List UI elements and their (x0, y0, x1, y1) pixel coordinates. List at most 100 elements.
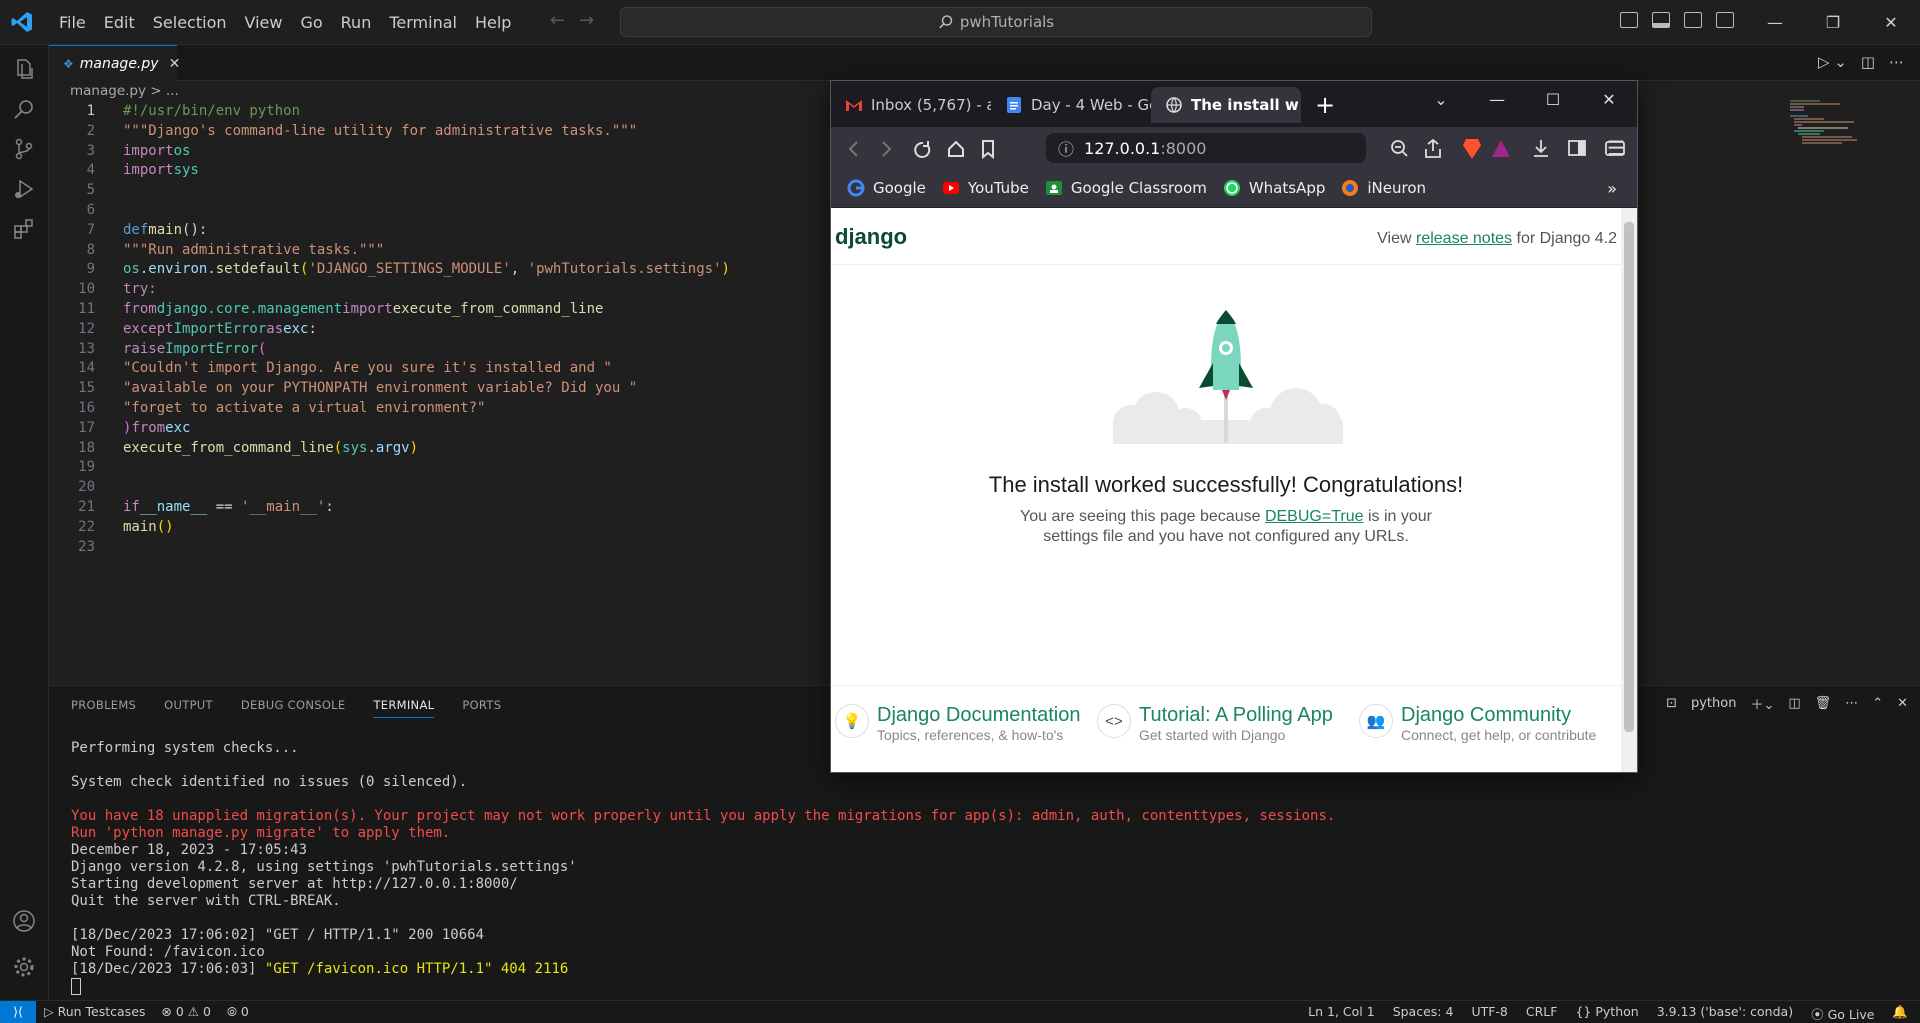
toggle-panel-icon[interactable] (1652, 12, 1670, 28)
problems-item[interactable]: ⊗ 0 ⚠ 0 (161, 1004, 211, 1020)
card-documentation[interactable]: 💡 Django Documentation Topics, references… (835, 704, 1080, 743)
vscode-logo-icon (11, 12, 32, 32)
card-desc: Topics, references, & how-to's (877, 727, 1064, 743)
site-info-icon[interactable]: ⓘ (1058, 136, 1074, 160)
menu-edit[interactable]: Edit (95, 13, 144, 32)
tab-terminal[interactable]: TERMINAL (373, 698, 435, 718)
source-control-icon[interactable] (12, 137, 36, 161)
go-live-icon: ⦿ (1811, 1007, 1828, 1022)
code-line: 3 import os (86, 142, 191, 159)
card-community[interactable]: 👥 Django Community Connect, get help, or … (1359, 704, 1609, 743)
code-line: 23 (78, 538, 95, 555)
extensions-icon[interactable] (12, 217, 36, 241)
run-file-icon[interactable]: ▷ ⌄ (1818, 53, 1847, 71)
ports-item[interactable]: ⦾ 0 (227, 1004, 249, 1020)
tab-search-icon[interactable]: ⌄ (1413, 90, 1469, 109)
breadcrumb[interactable]: manage.py > ... (70, 83, 179, 99)
terminal-line: You have 18 unapplied migration(s). Your… (71, 808, 1336, 824)
terminal-output[interactable]: Performing system checks... System check … (71, 740, 1335, 995)
code-line: 21 if __name__ == '__main__': (78, 498, 334, 515)
people-icon: 👥 (1359, 704, 1393, 738)
menu-view[interactable]: View (236, 13, 292, 32)
toggle-sidebar-icon[interactable] (1620, 12, 1638, 28)
minimize-icon[interactable]: — (1746, 13, 1804, 32)
more-icon[interactable]: ⋯ (1845, 696, 1858, 711)
maximize-icon[interactable]: ☐ (1525, 90, 1581, 109)
ineuron-icon (1342, 180, 1359, 196)
address-bar[interactable]: ⓘ 127.0.0.1:8000 (1046, 133, 1366, 163)
bookmark-ineuron[interactable]: iNeuron (1341, 179, 1426, 197)
bookmark-google[interactable]: Google (847, 179, 926, 197)
run-debug-icon[interactable] (12, 177, 36, 201)
close-panel-icon[interactable]: ✕ (1897, 696, 1908, 711)
go-live-button[interactable]: ⦿ Go Live (1811, 1004, 1874, 1023)
explorer-icon[interactable] (12, 57, 36, 81)
settings-gear-icon[interactable] (12, 955, 36, 979)
restore-icon[interactable]: ❐ (1804, 13, 1862, 32)
card-title: Tutorial: A Polling App (1139, 704, 1333, 726)
command-center-search[interactable]: pwhTutorials (620, 7, 1372, 37)
cursor-position[interactable]: Ln 1, Col 1 (1308, 1004, 1375, 1023)
browser-tab-active[interactable]: The install w ✕ (1151, 87, 1301, 123)
remote-indicator-icon[interactable]: ⟩⟨ (0, 1001, 36, 1023)
minimap[interactable] (1790, 100, 1860, 160)
bookmarks-overflow-icon[interactable]: » (1607, 179, 1617, 198)
scrollbar-thumb[interactable] (1624, 222, 1634, 732)
menu-hamburger-icon[interactable]: ☰ (1607, 136, 1625, 160)
tab-ports[interactable]: PORTS (462, 698, 501, 718)
menu-help[interactable]: Help (466, 13, 520, 32)
notifications-bell-icon[interactable]: 🔔 (1892, 1004, 1908, 1023)
release-notes-link[interactable]: release notes (1416, 230, 1512, 247)
menu-go[interactable]: Go (291, 13, 331, 32)
new-terminal-icon[interactable]: ＋⌄ (1750, 694, 1774, 713)
menu-run[interactable]: Run (332, 13, 381, 32)
browser-tab-docs[interactable]: Day - 4 Web - Go (991, 87, 1151, 123)
success-description: You are seeing this page because DEBUG=T… (1020, 508, 1432, 545)
language-mode[interactable]: {} Python (1575, 1004, 1638, 1023)
maximize-panel-icon[interactable]: ⌃ (1872, 696, 1883, 711)
menu-selection[interactable]: Selection (144, 13, 236, 32)
toggle-secondary-sidebar-icon[interactable] (1684, 12, 1702, 28)
kill-terminal-icon[interactable]: 🗑 (1815, 696, 1832, 711)
back-arrow-icon[interactable]: ← (550, 10, 579, 31)
forward-arrow-icon[interactable]: → (579, 10, 608, 31)
search-icon[interactable] (12, 97, 36, 121)
code-line: 17 ) from exc (78, 419, 191, 436)
split-terminal-icon[interactable]: ◫ (1788, 696, 1800, 711)
encoding[interactable]: UTF-8 (1471, 1004, 1507, 1023)
django-logo[interactable]: django (835, 224, 907, 250)
debug-true-link[interactable]: DEBUG=True (1265, 508, 1364, 525)
python-interpreter[interactable]: 3.9.13 ('base': conda) (1657, 1004, 1793, 1023)
more-actions-icon[interactable]: ⋯ (1889, 53, 1904, 71)
tab-debug-console[interactable]: DEBUG CONSOLE (241, 698, 346, 718)
menu-file[interactable]: File (50, 13, 95, 32)
end-of-line[interactable]: CRLF (1526, 1004, 1558, 1023)
tab-problems[interactable]: PROBLEMS (71, 698, 136, 718)
new-tab-icon[interactable]: + (1315, 87, 1345, 123)
account-icon[interactable] (12, 909, 36, 933)
bookmarks-bar: Google YouTube Google Classroom WhatsApp… (831, 169, 1637, 208)
customize-layout-icon[interactable] (1716, 12, 1734, 28)
split-editor-icon[interactable]: ◫ (1861, 53, 1875, 71)
tab-output[interactable]: OUTPUT (164, 698, 213, 718)
bookmark-classroom[interactable]: Google Classroom (1045, 179, 1207, 197)
django-footer: 💡 Django Documentation Topics, references… (831, 685, 1621, 772)
code-line: 9 os. environ. setdefault('DJANGO_SETTINGS… (86, 261, 730, 278)
page-scrollbar[interactable] (1621, 208, 1637, 772)
card-tutorial[interactable]: <> Tutorial: A Polling App Get started wi… (1097, 704, 1333, 743)
minimize-icon[interactable]: — (1469, 90, 1525, 109)
menu-terminal[interactable]: Terminal (380, 13, 466, 32)
close-window-icon[interactable]: ✕ (1862, 13, 1920, 32)
run-testcases-item[interactable]: ▷ Run Testcases (44, 1004, 145, 1020)
tab-manage-py[interactable]: ❖ manage.py ✕ (49, 45, 180, 81)
bookmark-youtube[interactable]: YouTube (942, 179, 1029, 197)
bookmark-whatsapp[interactable]: WhatsApp (1223, 179, 1325, 197)
close-tab-icon[interactable]: ✕ (169, 56, 181, 72)
brave-rewards-icon (1492, 140, 1510, 157)
browser-tab-gmail[interactable]: Inbox (5,767) - al (831, 87, 991, 123)
code-editor[interactable]: 1 #!/usr/bin/env python 2 """Django's comm… (49, 102, 829, 557)
terminal-profile-label[interactable]: python (1691, 696, 1736, 711)
close-window-icon[interactable]: ✕ (1581, 90, 1637, 109)
code-line: 20 (78, 479, 95, 496)
indentation[interactable]: Spaces: 4 (1393, 1004, 1454, 1023)
